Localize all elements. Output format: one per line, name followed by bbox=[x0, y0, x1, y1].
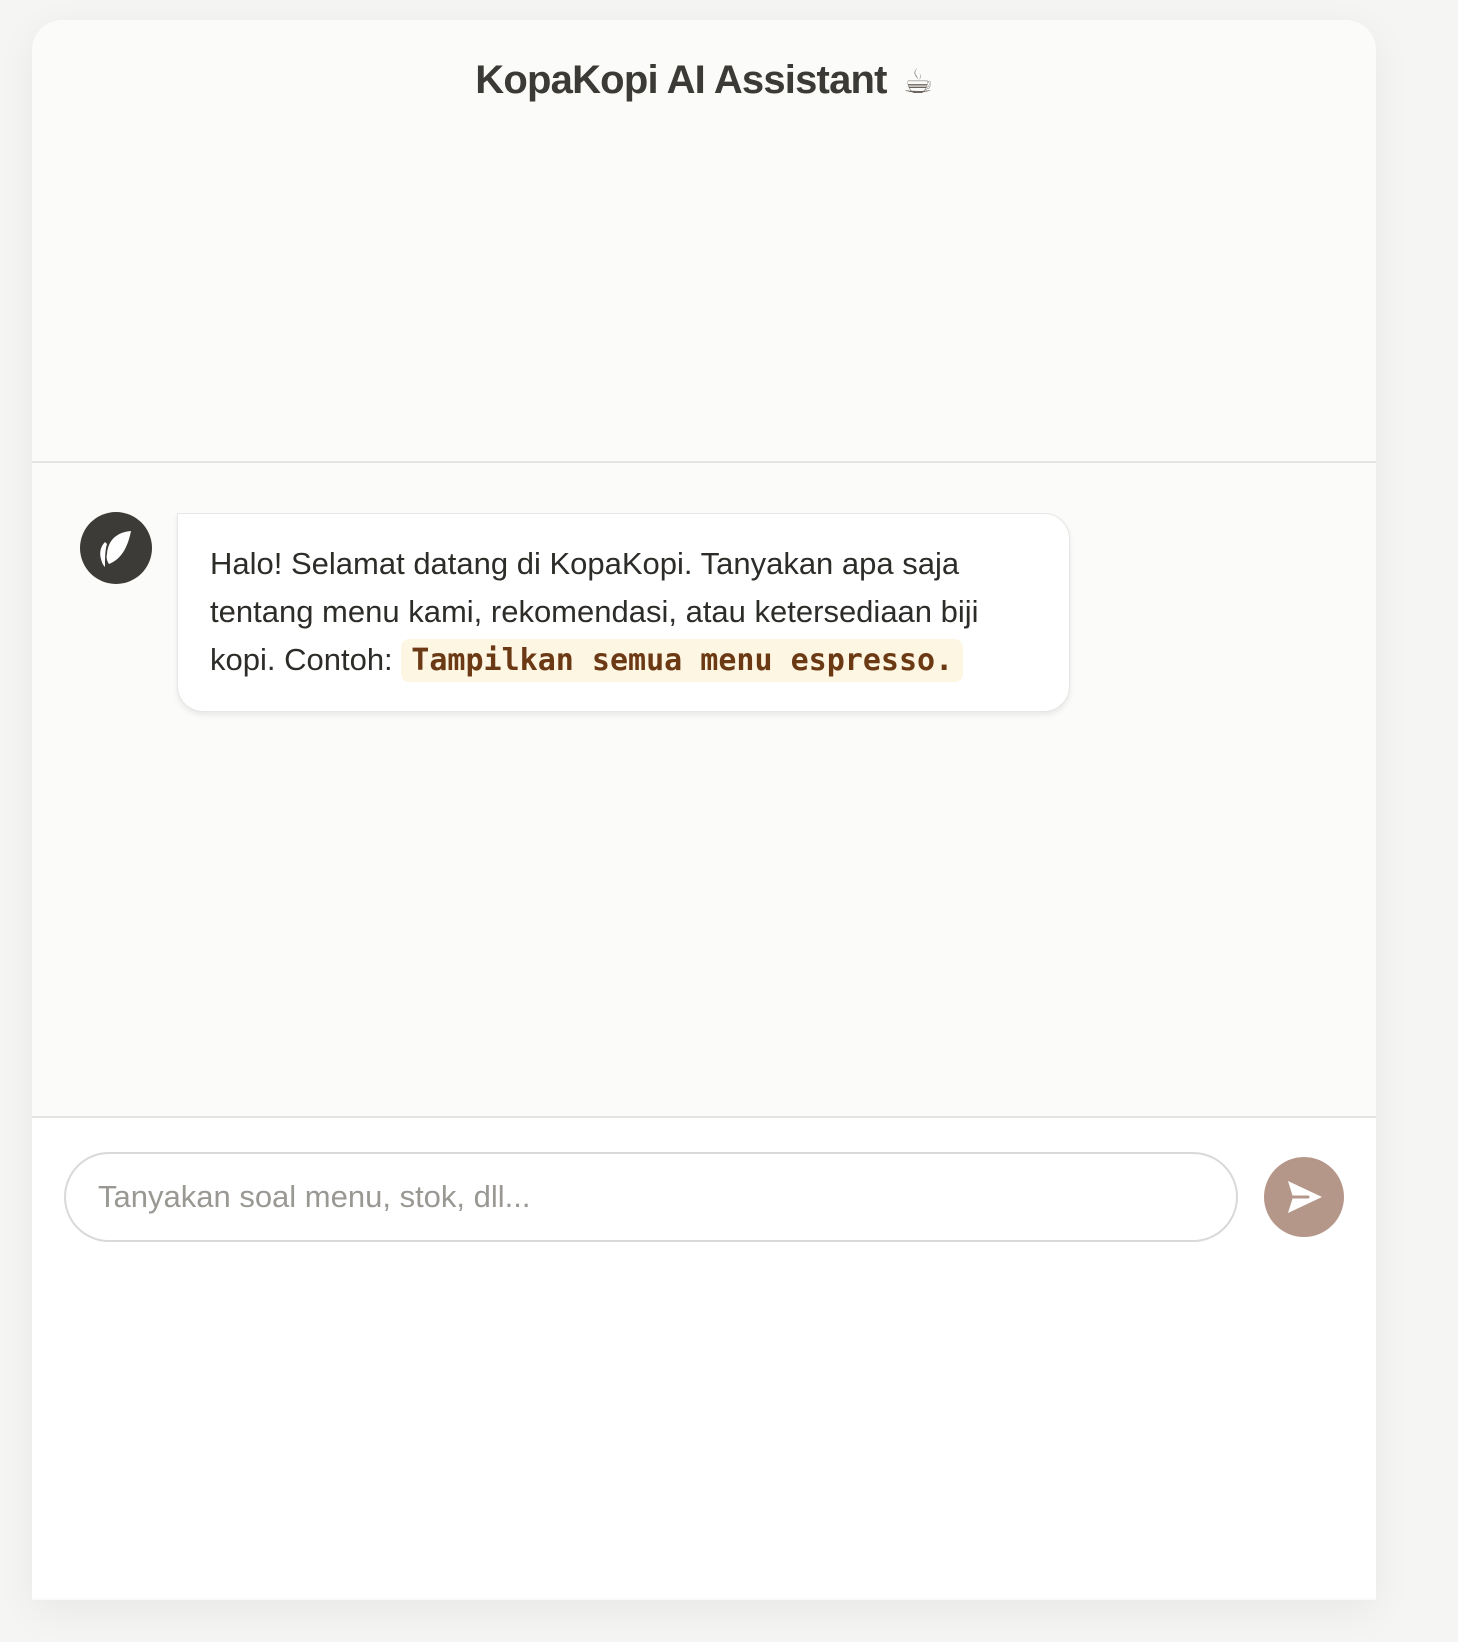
example-query-code: Tampilkan semua menu espresso. bbox=[401, 639, 964, 682]
assistant-avatar bbox=[80, 512, 152, 584]
chat-window: KopaKopi AI Assistant ☕ Halo! Selamat da… bbox=[32, 20, 1376, 1600]
chat-header: KopaKopi AI Assistant ☕ bbox=[32, 20, 1376, 463]
leaf-icon bbox=[100, 531, 131, 567]
send-button[interactable] bbox=[1264, 1157, 1344, 1237]
page-title: KopaKopi AI Assistant ☕ bbox=[475, 58, 933, 103]
send-icon bbox=[1288, 1181, 1322, 1213]
title-text: KopaKopi AI Assistant bbox=[475, 58, 887, 102]
coffee-cup-icon: ☕ bbox=[903, 62, 933, 102]
message-input[interactable] bbox=[64, 1152, 1238, 1242]
message-list: Halo! Selamat datang di KopaKopi. Tanyak… bbox=[32, 463, 1376, 1118]
assistant-message-bubble: Halo! Selamat datang di KopaKopi. Tanyak… bbox=[177, 513, 1070, 712]
message-composer bbox=[32, 1118, 1376, 1598]
